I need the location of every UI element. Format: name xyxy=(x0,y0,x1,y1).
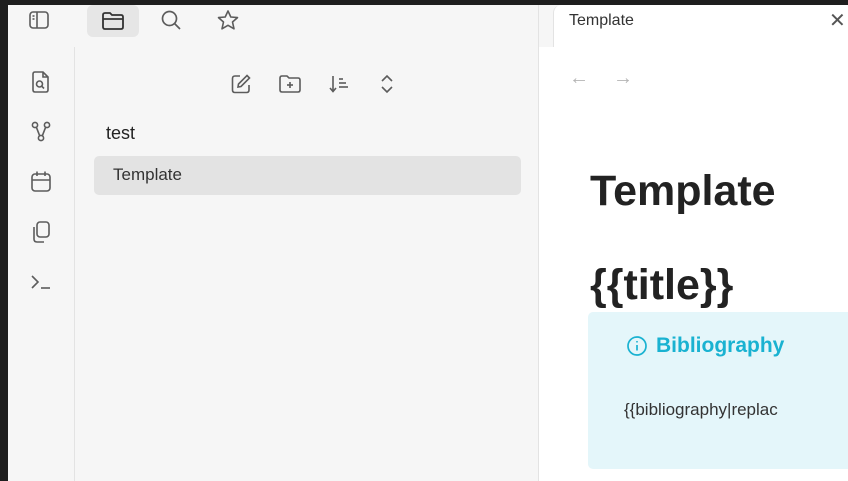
callout-title: Bibliography xyxy=(656,334,785,357)
search-icon[interactable] xyxy=(156,5,186,35)
file-item-label: Template xyxy=(113,165,182,184)
document-heading: {{title}} xyxy=(590,261,734,309)
copy-icon[interactable] xyxy=(26,217,56,247)
file-item-template[interactable]: Template xyxy=(94,156,521,195)
left-top-bar xyxy=(8,5,538,48)
back-arrow-icon[interactable]: ← xyxy=(569,67,589,90)
tab-strip: Template ✕ xyxy=(539,5,848,47)
app-window: test Template Template ✕ ← → Template {{… xyxy=(8,5,848,481)
callout-body: {{bibliography|replac xyxy=(624,400,778,419)
tab-template[interactable]: Template ✕ xyxy=(553,5,848,47)
callout-info: Bibliography {{bibliography|replac xyxy=(588,312,848,469)
info-icon xyxy=(627,336,647,356)
graph-icon[interactable] xyxy=(26,117,56,147)
tab-title: Template xyxy=(569,12,634,29)
terminal-icon[interactable] xyxy=(26,267,56,297)
folder-test[interactable]: test xyxy=(106,123,135,144)
document-title: Template xyxy=(590,167,776,215)
document-pane: ← → Template {{title}} Bibliography {{bi… xyxy=(539,47,848,481)
star-icon[interactable] xyxy=(213,5,243,35)
file-search-icon[interactable] xyxy=(26,67,56,97)
ribbon xyxy=(8,47,75,481)
forward-arrow-icon[interactable]: → xyxy=(613,67,633,90)
close-icon[interactable]: ✕ xyxy=(829,11,846,31)
left-panel: test Template xyxy=(8,5,538,481)
callout-header[interactable]: Bibliography xyxy=(626,334,784,358)
calendar-icon[interactable] xyxy=(26,167,56,197)
new-folder-icon[interactable] xyxy=(275,69,305,99)
collapse-icon[interactable] xyxy=(372,69,402,99)
sort-icon[interactable] xyxy=(324,69,354,99)
folder-icon[interactable] xyxy=(87,5,139,37)
sidebar-toggle-icon[interactable] xyxy=(22,5,56,35)
file-explorer: test Template xyxy=(75,47,538,481)
new-note-icon[interactable] xyxy=(226,69,256,99)
